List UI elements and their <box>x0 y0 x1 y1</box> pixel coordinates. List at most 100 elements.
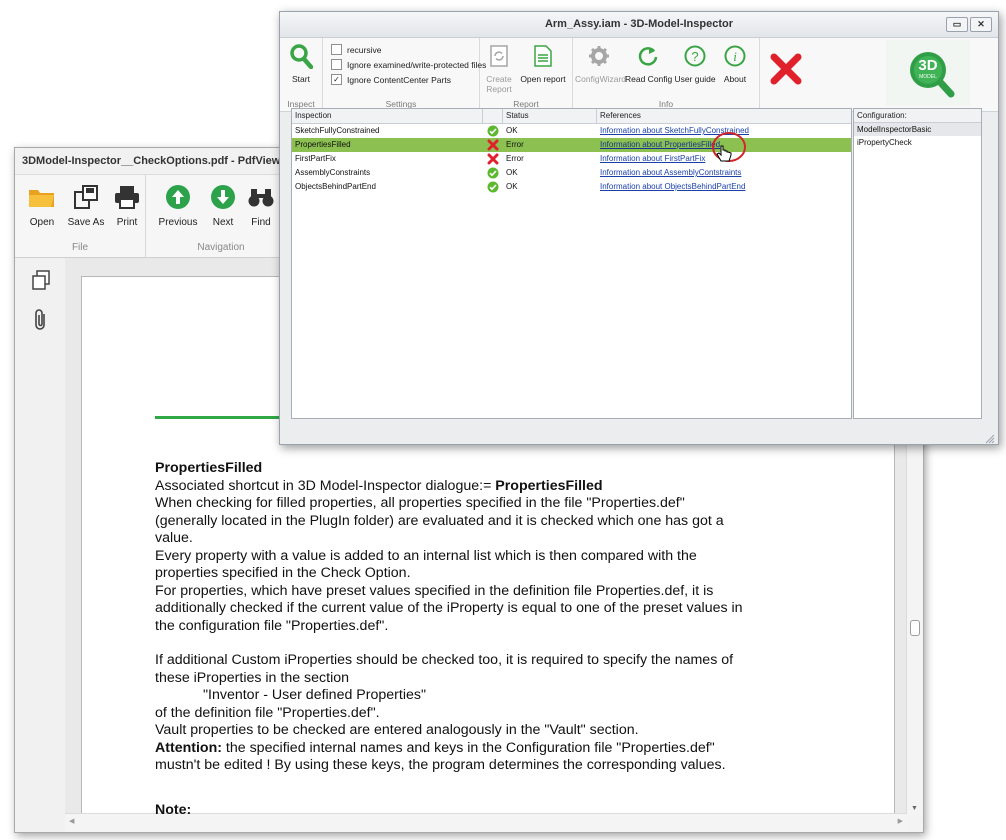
find-button[interactable]: Find <box>246 181 276 228</box>
pages-icon[interactable] <box>31 270 51 295</box>
navigation-group: Previous Next Find Navigation <box>146 175 296 257</box>
binoculars-icon <box>246 181 276 213</box>
scroll-left-icon[interactable]: ◀ <box>69 817 74 825</box>
start-button[interactable]: Start <box>286 42 316 84</box>
inspector-titlebar: Arm_Assy.iam - 3D-Model-Inspector ▭ ✕ <box>280 12 998 38</box>
config-wizard-button[interactable]: ConfigWizard <box>575 42 626 84</box>
document-icon <box>518 42 568 70</box>
save-as-icon <box>65 181 107 213</box>
open-report-button[interactable]: Open report <box>518 42 568 84</box>
scroll-thumb[interactable] <box>910 620 920 636</box>
inspector-ribbon: Start Inspect recursive Ignore examined/… <box>280 38 998 112</box>
table-row[interactable]: AssemblyConstraints OK Information about A… <box>292 166 851 180</box>
inspector-window: Arm_Assy.iam - 3D-Model-Inspector ▭ ✕ St… <box>279 11 999 445</box>
inspector-title: Arm_Assy.iam - 3D-Model-Inspector <box>544 18 734 30</box>
ok-icon <box>487 125 499 137</box>
gear-icon <box>575 42 623 70</box>
doc-line: properties specified in the Check Option… <box>155 565 411 581</box>
close-button[interactable]: ✕ <box>970 17 992 32</box>
about-button[interactable]: i About <box>719 42 751 84</box>
info-group: ConfigWizard Read Config ? User guide i … <box>573 38 760 111</box>
configuration-item[interactable]: ModelInspectorBasic <box>854 123 981 136</box>
status-text: OK <box>506 182 518 191</box>
reload-icon <box>625 42 671 70</box>
doc-line: the configuration file "Properties.def". <box>155 617 389 634</box>
doc-line: "Inventor - User defined Properties" <box>203 687 426 703</box>
doc-line: mustn't be edited ! By using these keys,… <box>155 757 726 773</box>
status-text: Error <box>506 140 524 149</box>
ok-icon <box>487 167 499 179</box>
doc-line: (generally located in the PlugIn folder)… <box>155 512 724 529</box>
user-guide-button[interactable]: ? User guide <box>673 42 717 84</box>
scroll-right-icon[interactable]: ▶ <box>898 817 903 825</box>
magnifier-icon <box>286 42 316 70</box>
reference-link[interactable]: Information about AssemblyContstraints <box>600 168 741 177</box>
ignore-examined-checkbox[interactable]: Ignore examined/write-protected files <box>331 59 486 70</box>
doc-line: additionally checked if the current valu… <box>155 600 743 616</box>
table-row[interactable]: SketchFullyConstrained OK Information abou… <box>292 124 851 138</box>
doc-line: When checking for filled properties, all… <box>155 495 685 511</box>
arrow-down-icon <box>208 181 238 213</box>
doc-line: Every property with a value is added to … <box>155 547 697 564</box>
recursive-checkbox[interactable]: recursive <box>331 44 381 55</box>
inspection-grid: Inspection Status References SketchFully… <box>291 108 852 419</box>
info-icon: i <box>719 42 751 70</box>
previous-button[interactable]: Previous <box>156 181 200 228</box>
exit-icon[interactable] <box>769 52 803 91</box>
section-heading: PropertiesFilled <box>155 460 263 476</box>
resize-grip-icon[interactable] <box>985 431 995 444</box>
doc-line: these iProperties in the section <box>155 669 350 686</box>
hand-cursor-icon <box>716 145 732 168</box>
column-status[interactable]: Status <box>506 111 529 120</box>
file-group: Open Save As Print File <box>15 175 146 257</box>
grid-header: Inspection Status References <box>292 109 851 124</box>
settings-group: recursive Ignore examined/write-protecte… <box>323 38 486 111</box>
reference-link[interactable]: Information about ObjectsBehindPartEnd <box>600 182 745 191</box>
save-as-button[interactable]: Save As <box>65 181 107 228</box>
inspection-name: PropertiesFilled <box>295 140 351 149</box>
reference-link[interactable]: Information about PropertiesFilled <box>600 140 720 149</box>
section-divider <box>155 416 285 419</box>
inspect-group: Start Inspect <box>280 38 323 111</box>
inspection-name: FirstPartFix <box>295 154 336 163</box>
read-config-button[interactable]: Read Config <box>625 42 672 84</box>
next-button[interactable]: Next <box>208 181 238 228</box>
create-report-button[interactable]: Create Report <box>483 42 515 94</box>
note-label: Note: <box>155 801 192 818</box>
scroll-down-icon[interactable]: ▼ <box>911 805 918 812</box>
table-row[interactable]: PropertiesFilled Error Information about P… <box>292 138 851 152</box>
configuration-item[interactable]: iPropertyCheck <box>854 136 981 149</box>
restore-button[interactable]: ▭ <box>946 17 968 32</box>
printer-icon <box>111 181 143 213</box>
status-text: OK <box>506 126 518 135</box>
refresh-document-icon <box>483 42 515 70</box>
inspection-name: SketchFullyConstrained <box>295 126 380 135</box>
svg-text:i: i <box>733 49 737 64</box>
doc-line: of the definition file "Properties.def". <box>155 704 380 721</box>
inspection-name: AssemblyConstraints <box>295 168 371 177</box>
error-icon <box>487 153 499 165</box>
table-row[interactable]: ObjectsBehindPartEnd OK Information about … <box>292 180 851 194</box>
status-text: Error <box>506 154 524 163</box>
ok-icon <box>487 181 499 193</box>
column-references[interactable]: References <box>600 111 641 120</box>
doc-line: value. <box>155 530 193 546</box>
side-toolbar <box>15 258 65 832</box>
svg-text:?: ? <box>691 49 698 64</box>
model-inspector-logo: 3D MODEL <box>886 40 970 106</box>
document-text: PropertiesFilled Associated shortcut in … <box>155 460 835 819</box>
reference-link[interactable]: Information about FirstPartFix <box>600 154 705 163</box>
status-text: OK <box>506 168 518 177</box>
doc-line: If additional Custom iProperties should … <box>155 652 734 668</box>
configuration-header: Configuration: <box>854 109 981 123</box>
arrow-up-icon <box>156 181 200 213</box>
column-inspection[interactable]: Inspection <box>295 111 331 120</box>
paperclip-icon[interactable] <box>34 308 48 337</box>
ignore-contentcenter-checkbox[interactable]: ✓ Ignore ContentCenter Parts <box>331 74 451 85</box>
table-row[interactable]: FirstPartFix Error Information about First… <box>292 152 851 166</box>
open-button[interactable]: Open <box>23 181 61 228</box>
help-icon: ? <box>673 42 717 70</box>
doc-line: For properties, which have preset values… <box>155 582 714 599</box>
print-button[interactable]: Print <box>111 181 143 228</box>
shortcut-line: Associated shortcut in 3D Model-Inspecto… <box>155 477 603 494</box>
